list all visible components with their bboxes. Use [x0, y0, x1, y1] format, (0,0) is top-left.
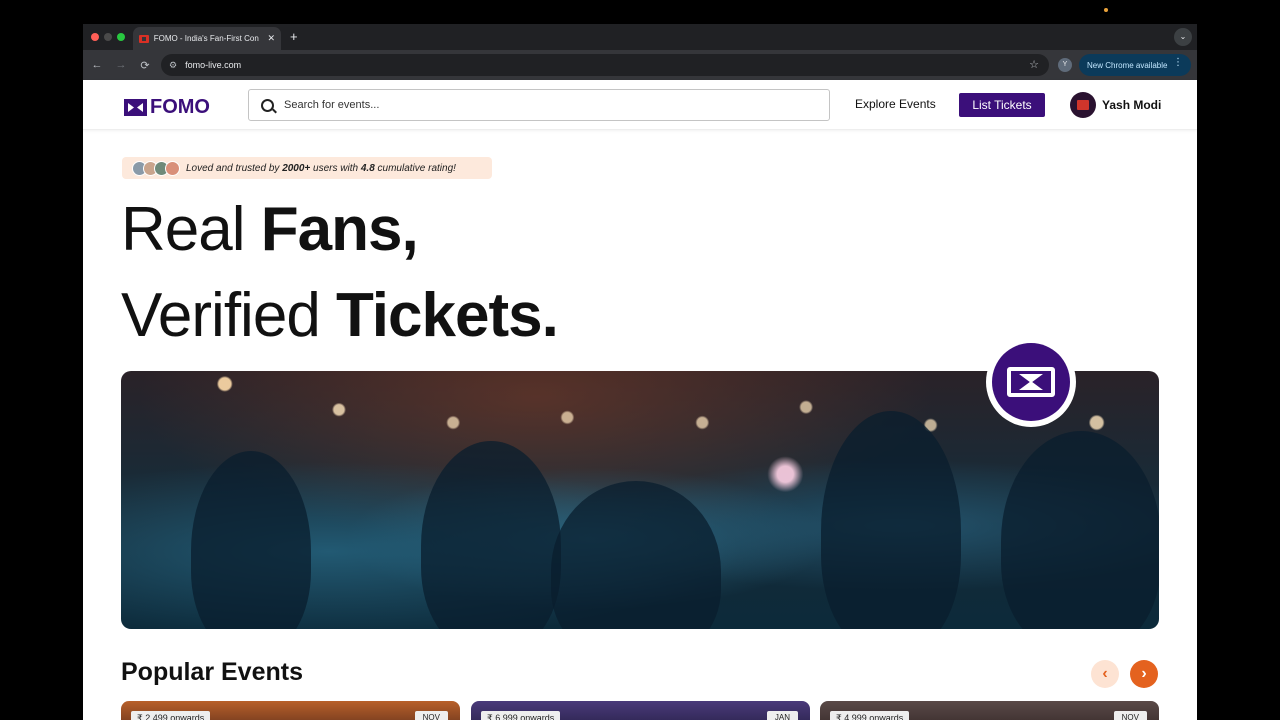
event-month: NOV [414, 711, 448, 720]
site-header: FOMO Explore Events List Tickets Yash Mo… [83, 80, 1197, 130]
recording-indicator [1104, 8, 1108, 12]
hero-line2-regular: Verified [121, 281, 337, 350]
event-price: ₹ 2,499 onwards [131, 711, 211, 720]
badge-prefix: Loved and trusted by [186, 162, 283, 174]
search-bar[interactable] [248, 89, 830, 121]
badge-rating: 4.8 [360, 162, 375, 174]
fomo-badge-icon [986, 337, 1076, 427]
tab-search-button[interactable]: ⌄ [1174, 28, 1192, 46]
popular-events-title: Popular Events [121, 658, 303, 686]
browser-tab[interactable]: FOMO - India's Fan-First Con ✕ [133, 27, 281, 50]
site-settings-icon[interactable]: ⚙ [169, 60, 177, 71]
forward-icon[interactable]: → [109, 59, 133, 71]
more-menu-icon[interactable]: ⋮ [1173, 57, 1183, 68]
profile-avatar[interactable]: Y [1058, 58, 1072, 72]
fomo-logo[interactable]: FOMO [124, 96, 210, 119]
back-icon[interactable]: ← [85, 59, 109, 71]
close-window-button[interactable] [91, 33, 99, 41]
avatar [165, 160, 180, 176]
url-text[interactable]: fomo-live.com [185, 60, 241, 70]
reload-icon[interactable]: ⟳ [133, 59, 157, 72]
badge-users: 2000+ [282, 162, 311, 174]
logo-text: FOMO [150, 96, 210, 118]
screen: FOMO - India's Fan-First Con ✕ + ⌄ ← → ⟳… [0, 0, 1280, 720]
tab-close-icon[interactable]: ✕ [267, 33, 275, 44]
list-tickets-button[interactable]: List Tickets [959, 93, 1045, 117]
ticket-icon [992, 343, 1070, 421]
tab-title: FOMO - India's Fan-First Con [153, 34, 259, 43]
user-name[interactable]: Yash Modi [1102, 98, 1161, 112]
search-icon [261, 98, 274, 112]
hero-heading-line-1: Real Fans, [121, 194, 419, 265]
crowd-silhouette [421, 441, 561, 629]
crowd-silhouette [1001, 431, 1159, 629]
trust-badge-text: Loved and trusted by 2000+ users with 4.… [186, 163, 456, 174]
event-price: ₹ 6,999 onwards [481, 711, 561, 720]
event-price: ₹ 4,999 onwards [830, 711, 910, 720]
bookmark-star-icon[interactable]: ☆ [1029, 58, 1039, 71]
event-month: NOV [1113, 711, 1147, 720]
address-bar[interactable]: ⚙ fomo-live.com ☆ [161, 54, 1049, 76]
browser-window: FOMO - India's Fan-First Con ✕ + ⌄ ← → ⟳… [83, 24, 1197, 720]
badge-suffix: cumulative rating! [374, 162, 456, 174]
favicon-icon [139, 34, 149, 43]
event-month: JAN [766, 711, 798, 720]
browser-toolbar: ← → ⟳ ⚙ fomo-live.com ☆ Y New Chrome ava… [83, 50, 1197, 80]
event-card[interactable]: ₹ 2,499 onwards NOV [121, 701, 460, 720]
search-input[interactable] [284, 99, 784, 111]
carousel-prev-button[interactable]: ‹ [1091, 660, 1119, 688]
badge-mid: users with [310, 162, 361, 174]
crowd-silhouette [551, 481, 721, 629]
crowd-silhouette [821, 411, 961, 629]
hero-line1-regular: Real [121, 195, 261, 264]
avatar[interactable] [1070, 92, 1096, 118]
new-tab-button[interactable]: + [290, 29, 298, 44]
chrome-update-button[interactable]: New Chrome available ⋮ [1079, 54, 1191, 76]
crowd-silhouette [191, 451, 311, 629]
minimize-window-button[interactable] [104, 33, 112, 41]
carousel-next-button[interactable]: › [1130, 660, 1158, 688]
hero-heading-line-2: Verified Tickets. [121, 280, 559, 351]
trust-badge: Loved and trusted by 2000+ users with 4.… [122, 157, 492, 179]
chrome-update-label: New Chrome available [1087, 60, 1168, 70]
maximize-window-button[interactable] [117, 33, 125, 41]
event-card[interactable]: ₹ 6,999 onwards JAN [471, 701, 810, 720]
user-menu[interactable]: Yash Modi [1070, 92, 1161, 118]
user-avatars [132, 160, 180, 176]
tab-strip: FOMO - India's Fan-First Con ✕ + ⌄ [83, 24, 1197, 50]
ticket-logo-icon [124, 99, 147, 116]
hero-line1-bold: Fans, [260, 195, 419, 264]
hero-line2-bold: Tickets. [336, 281, 559, 350]
explore-events-link[interactable]: Explore Events [855, 97, 936, 111]
event-card[interactable]: ₹ 4,999 onwards NOV [820, 701, 1159, 720]
